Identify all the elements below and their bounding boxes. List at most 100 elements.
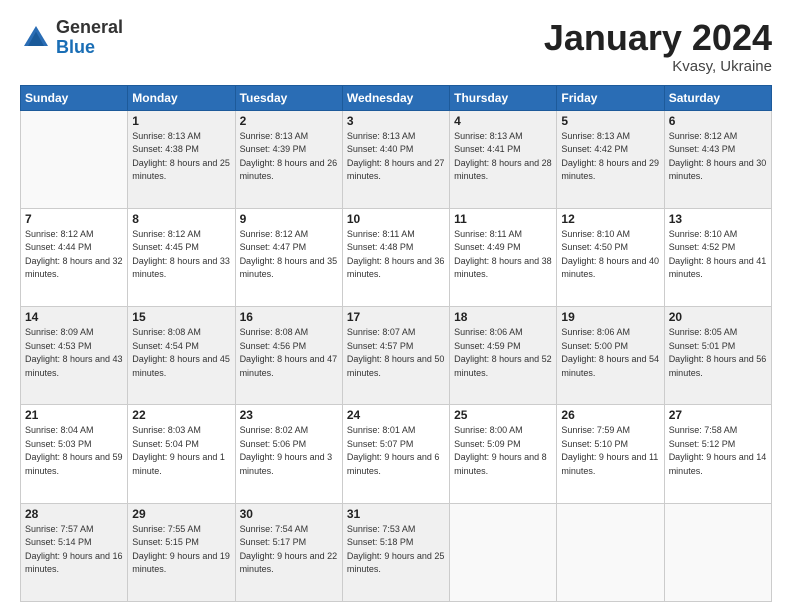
calendar-cell: 19 Sunrise: 8:06 AMSunset: 5:00 PMDayligh… <box>557 307 664 405</box>
calendar-cell: 29Sunrise: 7:55 AMSunset: 5:15 PMDayligh… <box>128 503 235 601</box>
day-info: Sunrise: 8:03 AMSunset: 5:04 PMDaylight:… <box>132 424 230 478</box>
day-number: 2 <box>240 114 338 128</box>
day-info: Sunrise: 8:06 AMSunset: 5:00 PMDaylight:… <box>561 326 659 380</box>
location: Kvasy, Ukraine <box>544 58 772 75</box>
logo: General Blue <box>20 18 123 58</box>
day-number: 6 <box>669 114 767 128</box>
day-number: 15 <box>132 310 230 324</box>
calendar-cell: 14Sunrise: 8:09 AMSunset: 4:53 PMDayligh… <box>21 307 128 405</box>
day-info: Sunrise: 8:13 AMSunset: 4:42 PMDaylight:… <box>561 130 659 184</box>
calendar-cell: 28 Sunrise: 7:57 AMSunset: 5:14 PMDayligh… <box>21 503 128 601</box>
calendar-cell: 11 Sunrise: 8:11 AMSunset: 4:49 PMDayligh… <box>450 208 557 306</box>
day-info: Sunrise: 8:11 AMSunset: 4:48 PMDaylight:… <box>347 228 445 282</box>
calendar-cell: 30 Sunrise: 7:54 AMSunset: 5:17 PMDayligh… <box>235 503 342 601</box>
day-number: 22 <box>132 408 230 422</box>
calendar-cell: 6Sunrise: 8:12 AMSunset: 4:43 PMDaylight… <box>664 110 771 208</box>
calendar-cell: 31Sunrise: 7:53 AMSunset: 5:18 PMDayligh… <box>342 503 449 601</box>
calendar-cell: 1Sunrise: 8:13 AMSunset: 4:38 PMDaylight… <box>128 110 235 208</box>
calendar-table: SundayMondayTuesdayWednesdayThursdayFrid… <box>20 85 772 602</box>
calendar-cell: 20 Sunrise: 8:05 AMSunset: 5:01 PMDayligh… <box>664 307 771 405</box>
calendar-cell <box>450 503 557 601</box>
calendar-header-thursday: Thursday <box>450 85 557 110</box>
day-info: Sunrise: 8:01 AMSunset: 5:07 PMDaylight:… <box>347 424 445 478</box>
calendar-week-row-2: 7 Sunrise: 8:12 AMSunset: 4:44 PMDaylight… <box>21 208 772 306</box>
day-number: 10 <box>347 212 445 226</box>
day-info: Sunrise: 8:09 AMSunset: 4:53 PMDaylight:… <box>25 326 123 380</box>
calendar-cell: 27Sunrise: 7:58 AMSunset: 5:12 PMDayligh… <box>664 405 771 503</box>
calendar-cell: 17 Sunrise: 8:07 AMSunset: 4:57 PMDayligh… <box>342 307 449 405</box>
calendar-cell: 7 Sunrise: 8:12 AMSunset: 4:44 PMDaylight… <box>21 208 128 306</box>
calendar-header-friday: Friday <box>557 85 664 110</box>
calendar-cell: 2 Sunrise: 8:13 AMSunset: 4:39 PMDaylight… <box>235 110 342 208</box>
logo-text: General Blue <box>56 18 123 58</box>
calendar-cell <box>21 110 128 208</box>
calendar-cell: 18Sunrise: 8:06 AMSunset: 4:59 PMDayligh… <box>450 307 557 405</box>
day-info: Sunrise: 7:54 AMSunset: 5:17 PMDaylight:… <box>240 523 338 577</box>
day-info: Sunrise: 8:13 AMSunset: 4:38 PMDaylight:… <box>132 130 230 184</box>
day-number: 28 <box>25 507 123 521</box>
day-number: 17 <box>347 310 445 324</box>
day-info: Sunrise: 8:08 AMSunset: 4:54 PMDaylight:… <box>132 326 230 380</box>
calendar-cell: 13Sunrise: 8:10 AMSunset: 4:52 PMDayligh… <box>664 208 771 306</box>
day-number: 31 <box>347 507 445 521</box>
day-info: Sunrise: 8:12 AMSunset: 4:47 PMDaylight:… <box>240 228 338 282</box>
day-number: 3 <box>347 114 445 128</box>
day-number: 8 <box>132 212 230 226</box>
calendar-cell: 15 Sunrise: 8:08 AMSunset: 4:54 PMDayligh… <box>128 307 235 405</box>
day-number: 19 <box>561 310 659 324</box>
day-info: Sunrise: 8:00 AMSunset: 5:09 PMDaylight:… <box>454 424 552 478</box>
day-number: 7 <box>25 212 123 226</box>
day-number: 12 <box>561 212 659 226</box>
day-number: 26 <box>561 408 659 422</box>
calendar-cell: 25 Sunrise: 8:00 AMSunset: 5:09 PMDayligh… <box>450 405 557 503</box>
day-number: 25 <box>454 408 552 422</box>
calendar-header-saturday: Saturday <box>664 85 771 110</box>
day-info: Sunrise: 8:13 AMSunset: 4:39 PMDaylight:… <box>240 130 338 184</box>
calendar-cell: 21Sunrise: 8:04 AMSunset: 5:03 PMDayligh… <box>21 405 128 503</box>
calendar-header-tuesday: Tuesday <box>235 85 342 110</box>
calendar-week-row-1: 1Sunrise: 8:13 AMSunset: 4:38 PMDaylight… <box>21 110 772 208</box>
calendar-header-monday: Monday <box>128 85 235 110</box>
calendar-cell <box>664 503 771 601</box>
logo-general: General <box>56 18 123 38</box>
page: General Blue January 2024 Kvasy, Ukraine… <box>0 0 792 612</box>
calendar-cell: 12 Sunrise: 8:10 AMSunset: 4:50 PMDayligh… <box>557 208 664 306</box>
calendar-cell: 5 Sunrise: 8:13 AMSunset: 4:42 PMDaylight… <box>557 110 664 208</box>
day-number: 24 <box>347 408 445 422</box>
day-info: Sunrise: 8:06 AMSunset: 4:59 PMDaylight:… <box>454 326 552 380</box>
day-info: Sunrise: 8:12 AMSunset: 4:45 PMDaylight:… <box>132 228 230 282</box>
day-number: 30 <box>240 507 338 521</box>
calendar-cell: 16Sunrise: 8:08 AMSunset: 4:56 PMDayligh… <box>235 307 342 405</box>
calendar-week-row-4: 21Sunrise: 8:04 AMSunset: 5:03 PMDayligh… <box>21 405 772 503</box>
calendar-cell: 3 Sunrise: 8:13 AMSunset: 4:40 PMDaylight… <box>342 110 449 208</box>
day-number: 11 <box>454 212 552 226</box>
month-title: January 2024 <box>544 18 772 58</box>
day-info: Sunrise: 7:57 AMSunset: 5:14 PMDaylight:… <box>25 523 123 577</box>
calendar-cell: 8 Sunrise: 8:12 AMSunset: 4:45 PMDaylight… <box>128 208 235 306</box>
day-info: Sunrise: 8:13 AMSunset: 4:41 PMDaylight:… <box>454 130 552 184</box>
day-number: 20 <box>669 310 767 324</box>
day-info: Sunrise: 8:11 AMSunset: 4:49 PMDaylight:… <box>454 228 552 282</box>
day-info: Sunrise: 8:13 AMSunset: 4:40 PMDaylight:… <box>347 130 445 184</box>
calendar-header-row: SundayMondayTuesdayWednesdayThursdayFrid… <box>21 85 772 110</box>
calendar-cell: 26 Sunrise: 7:59 AMSunset: 5:10 PMDayligh… <box>557 405 664 503</box>
title-block: January 2024 Kvasy, Ukraine <box>544 18 772 75</box>
day-info: Sunrise: 8:05 AMSunset: 5:01 PMDaylight:… <box>669 326 767 380</box>
calendar-header-wednesday: Wednesday <box>342 85 449 110</box>
day-number: 23 <box>240 408 338 422</box>
day-info: Sunrise: 8:07 AMSunset: 4:57 PMDaylight:… <box>347 326 445 380</box>
header: General Blue January 2024 Kvasy, Ukraine <box>20 18 772 75</box>
day-number: 16 <box>240 310 338 324</box>
calendar-cell: 4 Sunrise: 8:13 AMSunset: 4:41 PMDaylight… <box>450 110 557 208</box>
day-number: 5 <box>561 114 659 128</box>
day-number: 4 <box>454 114 552 128</box>
day-info: Sunrise: 8:02 AMSunset: 5:06 PMDaylight:… <box>240 424 338 478</box>
day-info: Sunrise: 7:59 AMSunset: 5:10 PMDaylight:… <box>561 424 659 478</box>
calendar-cell: 24 Sunrise: 8:01 AMSunset: 5:07 PMDayligh… <box>342 405 449 503</box>
calendar-cell: 9Sunrise: 8:12 AMSunset: 4:47 PMDaylight… <box>235 208 342 306</box>
calendar-cell <box>557 503 664 601</box>
day-info: Sunrise: 8:10 AMSunset: 4:50 PMDaylight:… <box>561 228 659 282</box>
day-number: 13 <box>669 212 767 226</box>
day-info: Sunrise: 8:12 AMSunset: 4:44 PMDaylight:… <box>25 228 123 282</box>
calendar-week-row-3: 14Sunrise: 8:09 AMSunset: 4:53 PMDayligh… <box>21 307 772 405</box>
